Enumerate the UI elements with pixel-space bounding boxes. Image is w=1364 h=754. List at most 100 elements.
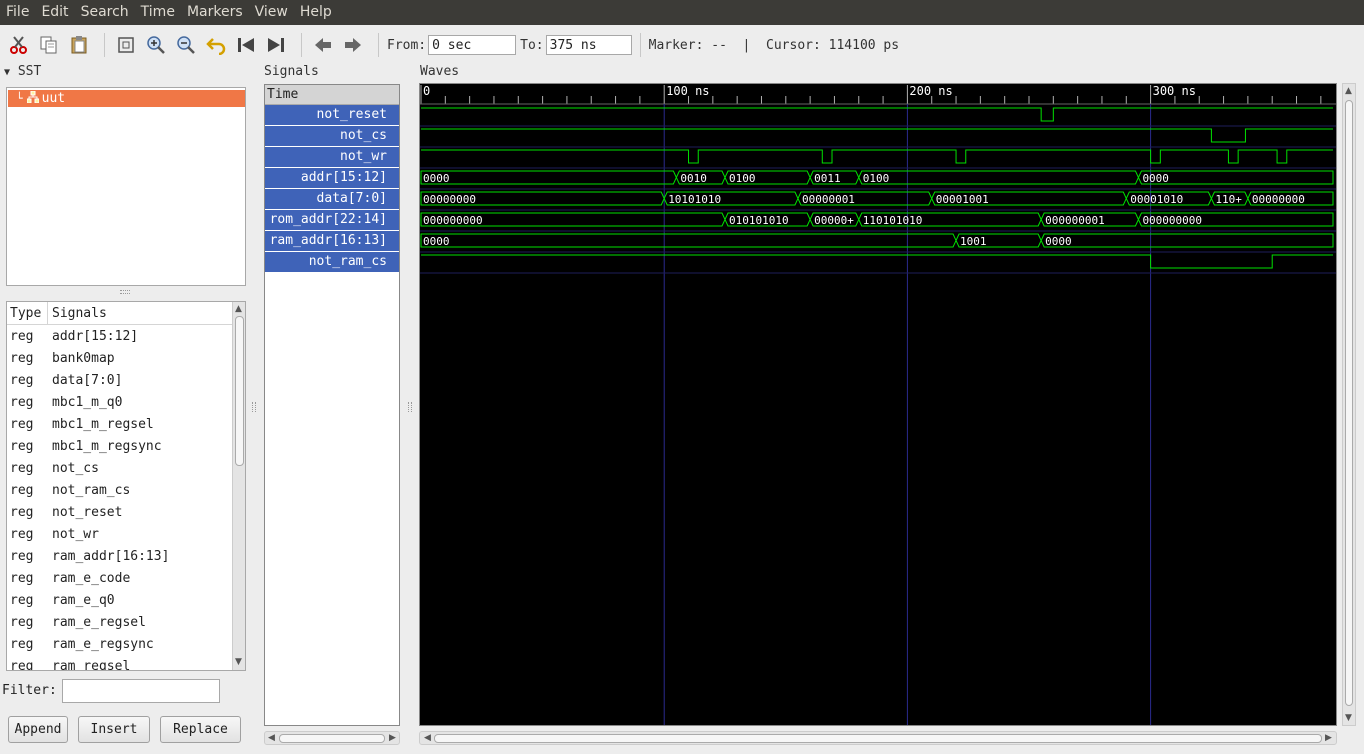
to-label: To: [520,37,544,53]
signal-row-ram-addr-16-13[interactable]: ram_addr[16:13] [265,231,399,252]
to-input[interactable] [545,35,632,55]
bus-value-label: 1001 [960,235,987,248]
scroll-down-icon[interactable]: ▼ [235,656,242,668]
append-button[interactable]: Append [8,716,68,743]
goto-start-icon[interactable] [233,32,259,58]
pane-resize-handle[interactable] [252,402,256,412]
sst-header[interactable]: ▼ SST [4,64,41,79]
list-item[interactable]: reg mbc1_m_regsync [7,435,245,457]
list-item[interactable]: reg addr[15:12] [7,325,245,347]
signal-list-scrollbar[interactable]: ▲ ▼ [232,302,245,670]
signal-row-not-wr[interactable]: not_wr [265,147,399,168]
marker-cursor-readout: Marker: -- | Cursor: 114100 ps [648,37,900,53]
bus-value-label: 110101010 [863,214,923,227]
copy-icon[interactable] [36,32,62,58]
scrollbar-thumb[interactable] [279,734,385,743]
undo-icon[interactable] [203,32,229,58]
list-item[interactable]: reg ram_regsel [7,655,245,671]
signal-row-not-ram-cs[interactable]: not_ram_cs [265,252,399,273]
menu-file[interactable]: File [0,0,35,25]
scrollbar-thumb[interactable] [1345,100,1353,706]
scrollbar-thumb[interactable] [434,734,1322,743]
signal-row-rom-addr-22-14[interactable]: rom_addr[22:14] [265,210,399,231]
expander-triangle-icon[interactable]: ▼ [4,67,10,78]
list-item[interactable]: reg data[7:0] [7,369,245,391]
list-item[interactable]: reg mbc1_m_regsel [7,413,245,435]
tree-item-uut[interactable]: └ uut [8,90,245,107]
signal-name: ram_e_q0 [52,592,115,608]
menu-search[interactable]: Search [75,0,135,25]
paste-icon[interactable] [66,32,92,58]
signal-type: reg [10,570,34,586]
waves-vscrollbar[interactable]: ▲ ▼ [1342,83,1356,726]
scroll-left-icon[interactable]: ◀ [268,732,275,744]
back-icon[interactable] [310,32,336,58]
list-item[interactable]: reg ram_e_regsel [7,611,245,633]
column-header-signals[interactable]: Signals [48,302,107,324]
list-item[interactable]: reg not_wr [7,523,245,545]
bus-value-label: 0000 [423,235,450,248]
signal-type: reg [10,504,34,520]
signal-type: reg [10,548,34,564]
bus-value-label: 0000 [423,172,450,185]
bus-value-label: 10101010 [668,193,721,206]
list-item[interactable]: reg ram_e_regsync [7,633,245,655]
signal-row-time[interactable]: Time [265,85,399,105]
waves-hscrollbar[interactable]: ◀ ▶ [419,731,1337,745]
zoom-out-icon[interactable] [173,32,199,58]
scroll-left-icon[interactable]: ◀ [424,732,431,744]
signal-row-not-cs[interactable]: not_cs [265,126,399,147]
cut-icon[interactable] [6,32,32,58]
menu-view[interactable]: View [249,0,294,25]
signal-list-rows: reg addr[15:12] reg bank0map reg data[7:0] reg… [7,325,245,671]
filter-input[interactable] [62,679,220,703]
bus-value-label: 0000 [1045,235,1072,248]
list-item[interactable]: reg not_ram_cs [7,479,245,501]
list-item[interactable]: reg ram_addr[16:13] [7,545,245,567]
column-header-type[interactable]: Type [7,302,48,324]
bus-value-label: 0100 [863,172,890,185]
list-item[interactable]: reg not_cs [7,457,245,479]
signal-type: reg [10,460,34,476]
signals-hscrollbar[interactable]: ◀ ▶ [264,731,400,745]
bus-segment [858,170,1139,185]
bus-value-label: 0000 [1142,172,1169,185]
scroll-right-icon[interactable]: ▶ [389,732,396,744]
waveform-canvas[interactable]: 0 100 ns 200 ns 300 ns 0000 0010 0100 0011 0100 0… [420,84,1336,725]
waves-pane[interactable]: 0 100 ns 200 ns 300 ns 0000 0010 0100 0011 0100 0… [419,83,1337,726]
menu-help[interactable]: Help [294,0,338,25]
signal-type: reg [10,372,34,388]
bus-value-label: 00000001 [802,193,855,206]
signal-row-not-reset[interactable]: not_reset [265,105,399,126]
signal-row-addr-15-12[interactable]: addr[15:12] [265,168,399,189]
signal-type: reg [10,636,34,652]
bus-value-label: 010101010 [729,214,789,227]
menu-time[interactable]: Time [135,0,181,25]
scroll-up-icon[interactable]: ▲ [1345,85,1352,97]
from-input[interactable] [428,35,517,55]
menu-edit[interactable]: Edit [35,0,74,25]
forward-icon[interactable] [340,32,366,58]
scroll-down-icon[interactable]: ▼ [1345,712,1352,724]
scroll-right-icon[interactable]: ▶ [1325,732,1332,744]
pane-resize-handle[interactable] [408,402,412,412]
list-item[interactable]: reg mbc1_m_q0 [7,391,245,413]
goto-end-icon[interactable] [263,32,289,58]
insert-button[interactable]: Insert [78,716,150,743]
menu-markers[interactable]: Markers [181,0,249,25]
zoom-fit-icon[interactable] [113,32,139,58]
signal-name: mbc1_m_regsel [52,416,154,432]
scrollbar-thumb[interactable] [235,316,244,466]
signal-name: not_wr [52,526,99,542]
list-item[interactable]: reg bank0map [7,347,245,369]
list-item[interactable]: reg ram_e_q0 [7,589,245,611]
zoom-in-icon[interactable] [143,32,169,58]
pane-resize-handle[interactable] [120,290,130,294]
list-header: Type Signals [7,302,245,325]
signal-row-data-7-0[interactable]: data[7:0] [265,189,399,210]
list-item[interactable]: reg ram_e_code [7,567,245,589]
scroll-up-icon[interactable]: ▲ [235,303,242,315]
replace-button[interactable]: Replace [160,716,241,743]
list-item[interactable]: reg not_reset [7,501,245,523]
time-tick-label: 300 ns [1153,84,1196,98]
